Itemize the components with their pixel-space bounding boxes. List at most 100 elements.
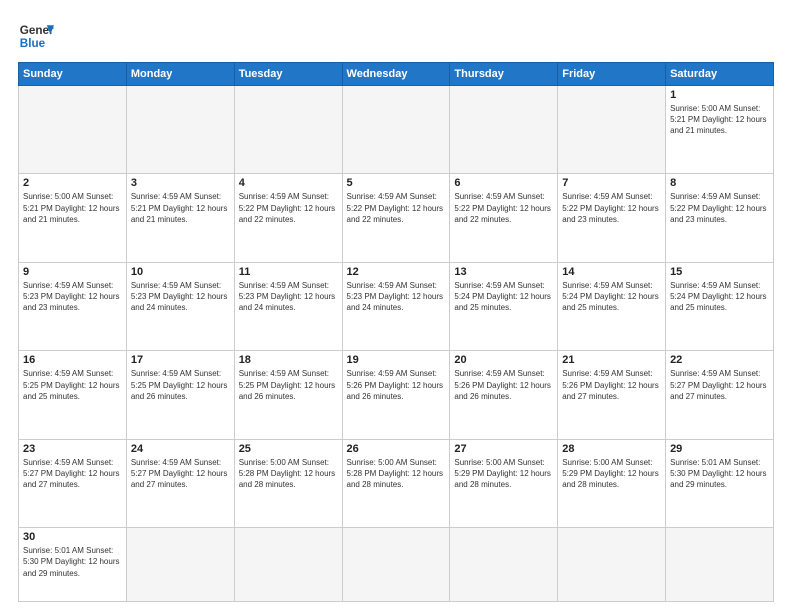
calendar-cell: 16Sunrise: 4:59 AM Sunset: 5:25 PM Dayli… xyxy=(19,351,127,439)
calendar-week-5: 30Sunrise: 5:01 AM Sunset: 5:30 PM Dayli… xyxy=(19,528,774,602)
day-info: Sunrise: 4:59 AM Sunset: 5:27 PM Dayligh… xyxy=(670,368,769,402)
calendar: SundayMondayTuesdayWednesdayThursdayFrid… xyxy=(18,62,774,602)
day-number: 29 xyxy=(670,443,769,455)
day-number: 25 xyxy=(239,443,338,455)
logo-icon: General Blue xyxy=(18,18,54,54)
calendar-cell xyxy=(666,528,774,602)
logo: General Blue xyxy=(18,18,54,54)
calendar-cell: 12 Sunrise: 4:59 AM Sunset: 5:23 PM Dayli… xyxy=(342,262,450,350)
calendar-cell: 15Sunrise: 4:59 AM Sunset: 5:24 PM Dayli… xyxy=(666,262,774,350)
calendar-cell: 3 Sunrise: 4:59 AM Sunset: 5:21 PM Daylig… xyxy=(126,174,234,262)
day-info: Sunrise: 4:59 AM Sunset: 5:22 PM Dayligh… xyxy=(562,191,661,225)
calendar-week-0: 1 Sunrise: 5:00 AM Sunset: 5:21 PM Daylig… xyxy=(19,86,774,174)
calendar-header-row: SundayMondayTuesdayWednesdayThursdayFrid… xyxy=(19,63,774,86)
col-header-sunday: Sunday xyxy=(19,63,127,86)
day-info: Sunrise: 4:59 AM Sunset: 5:23 PM Dayligh… xyxy=(347,280,446,314)
svg-text:Blue: Blue xyxy=(20,37,46,50)
calendar-cell: 28 Sunrise: 5:00 AM Sunset: 5:29 PM Dayli… xyxy=(558,439,666,527)
day-number: 2 xyxy=(23,177,122,189)
day-number: 8 xyxy=(670,177,769,189)
calendar-cell: 22 Sunrise: 4:59 AM Sunset: 5:27 PM Dayli… xyxy=(666,351,774,439)
col-header-tuesday: Tuesday xyxy=(234,63,342,86)
day-info: Sunrise: 5:00 AM Sunset: 5:21 PM Dayligh… xyxy=(670,103,769,137)
calendar-cell: 30Sunrise: 5:01 AM Sunset: 5:30 PM Dayli… xyxy=(19,528,127,602)
day-info: Sunrise: 4:59 AM Sunset: 5:21 PM Dayligh… xyxy=(131,191,230,225)
calendar-cell xyxy=(450,528,558,602)
calendar-cell xyxy=(342,86,450,174)
calendar-week-1: 2Sunrise: 5:00 AM Sunset: 5:21 PM Daylig… xyxy=(19,174,774,262)
calendar-cell: 23 Sunrise: 4:59 AM Sunset: 5:27 PM Dayli… xyxy=(19,439,127,527)
day-number: 21 xyxy=(562,354,661,366)
day-number: 11 xyxy=(239,266,338,278)
day-info: Sunrise: 5:00 AM Sunset: 5:29 PM Dayligh… xyxy=(454,457,553,491)
day-info: Sunrise: 4:59 AM Sunset: 5:22 PM Dayligh… xyxy=(239,191,338,225)
day-info: Sunrise: 4:59 AM Sunset: 5:27 PM Dayligh… xyxy=(131,457,230,491)
day-number: 5 xyxy=(347,177,446,189)
day-info: Sunrise: 4:59 AM Sunset: 5:24 PM Dayligh… xyxy=(562,280,661,314)
day-number: 27 xyxy=(454,443,553,455)
day-info: Sunrise: 5:01 AM Sunset: 5:30 PM Dayligh… xyxy=(670,457,769,491)
day-number: 4 xyxy=(239,177,338,189)
calendar-cell: 24 Sunrise: 4:59 AM Sunset: 5:27 PM Dayli… xyxy=(126,439,234,527)
day-info: Sunrise: 4:59 AM Sunset: 5:27 PM Dayligh… xyxy=(23,457,122,491)
day-number: 9 xyxy=(23,266,122,278)
calendar-week-2: 9 Sunrise: 4:59 AM Sunset: 5:23 PM Daylig… xyxy=(19,262,774,350)
header: General Blue xyxy=(18,18,774,54)
day-info: Sunrise: 4:59 AM Sunset: 5:25 PM Dayligh… xyxy=(131,368,230,402)
calendar-cell: 5 Sunrise: 4:59 AM Sunset: 5:22 PM Daylig… xyxy=(342,174,450,262)
day-info: Sunrise: 4:59 AM Sunset: 5:25 PM Dayligh… xyxy=(239,368,338,402)
calendar-cell: 18 Sunrise: 4:59 AM Sunset: 5:25 PM Dayli… xyxy=(234,351,342,439)
day-number: 22 xyxy=(670,354,769,366)
calendar-cell xyxy=(126,528,234,602)
calendar-cell: 14Sunrise: 4:59 AM Sunset: 5:24 PM Dayli… xyxy=(558,262,666,350)
col-header-saturday: Saturday xyxy=(666,63,774,86)
calendar-cell: 20 Sunrise: 4:59 AM Sunset: 5:26 PM Dayli… xyxy=(450,351,558,439)
day-info: Sunrise: 4:59 AM Sunset: 5:24 PM Dayligh… xyxy=(670,280,769,314)
col-header-wednesday: Wednesday xyxy=(342,63,450,86)
day-number: 3 xyxy=(131,177,230,189)
calendar-cell: 4 Sunrise: 4:59 AM Sunset: 5:22 PM Daylig… xyxy=(234,174,342,262)
calendar-week-4: 23 Sunrise: 4:59 AM Sunset: 5:27 PM Dayli… xyxy=(19,439,774,527)
day-number: 24 xyxy=(131,443,230,455)
day-number: 6 xyxy=(454,177,553,189)
day-info: Sunrise: 4:59 AM Sunset: 5:24 PM Dayligh… xyxy=(454,280,553,314)
calendar-cell: 17 Sunrise: 4:59 AM Sunset: 5:25 PM Dayli… xyxy=(126,351,234,439)
calendar-cell: 29 Sunrise: 5:01 AM Sunset: 5:30 PM Dayli… xyxy=(666,439,774,527)
day-number: 28 xyxy=(562,443,661,455)
day-number: 7 xyxy=(562,177,661,189)
day-info: Sunrise: 4:59 AM Sunset: 5:23 PM Dayligh… xyxy=(131,280,230,314)
calendar-cell xyxy=(450,86,558,174)
day-info: Sunrise: 4:59 AM Sunset: 5:22 PM Dayligh… xyxy=(347,191,446,225)
day-number: 13 xyxy=(454,266,553,278)
col-header-friday: Friday xyxy=(558,63,666,86)
calendar-cell: 8 Sunrise: 4:59 AM Sunset: 5:22 PM Daylig… xyxy=(666,174,774,262)
day-number: 18 xyxy=(239,354,338,366)
day-number: 23 xyxy=(23,443,122,455)
calendar-cell xyxy=(558,86,666,174)
calendar-cell: 27 Sunrise: 5:00 AM Sunset: 5:29 PM Dayli… xyxy=(450,439,558,527)
day-info: Sunrise: 4:59 AM Sunset: 5:26 PM Dayligh… xyxy=(454,368,553,402)
calendar-week-3: 16Sunrise: 4:59 AM Sunset: 5:25 PM Dayli… xyxy=(19,351,774,439)
day-number: 10 xyxy=(131,266,230,278)
calendar-cell: 11 Sunrise: 4:59 AM Sunset: 5:23 PM Dayli… xyxy=(234,262,342,350)
day-number: 20 xyxy=(454,354,553,366)
day-info: Sunrise: 4:59 AM Sunset: 5:23 PM Dayligh… xyxy=(23,280,122,314)
day-number: 30 xyxy=(23,531,122,543)
day-info: Sunrise: 4:59 AM Sunset: 5:22 PM Dayligh… xyxy=(670,191,769,225)
calendar-cell: 6Sunrise: 4:59 AM Sunset: 5:22 PM Daylig… xyxy=(450,174,558,262)
day-info: Sunrise: 5:00 AM Sunset: 5:29 PM Dayligh… xyxy=(562,457,661,491)
calendar-cell: 13 Sunrise: 4:59 AM Sunset: 5:24 PM Dayli… xyxy=(450,262,558,350)
day-info: Sunrise: 4:59 AM Sunset: 5:26 PM Dayligh… xyxy=(347,368,446,402)
day-number: 12 xyxy=(347,266,446,278)
calendar-cell: 19 Sunrise: 4:59 AM Sunset: 5:26 PM Dayli… xyxy=(342,351,450,439)
day-info: Sunrise: 5:00 AM Sunset: 5:28 PM Dayligh… xyxy=(347,457,446,491)
day-number: 1 xyxy=(670,89,769,101)
calendar-cell: 10 Sunrise: 4:59 AM Sunset: 5:23 PM Dayli… xyxy=(126,262,234,350)
day-number: 26 xyxy=(347,443,446,455)
calendar-cell xyxy=(558,528,666,602)
calendar-cell xyxy=(234,86,342,174)
day-number: 19 xyxy=(347,354,446,366)
day-info: Sunrise: 4:59 AM Sunset: 5:23 PM Dayligh… xyxy=(239,280,338,314)
calendar-cell xyxy=(126,86,234,174)
day-number: 17 xyxy=(131,354,230,366)
